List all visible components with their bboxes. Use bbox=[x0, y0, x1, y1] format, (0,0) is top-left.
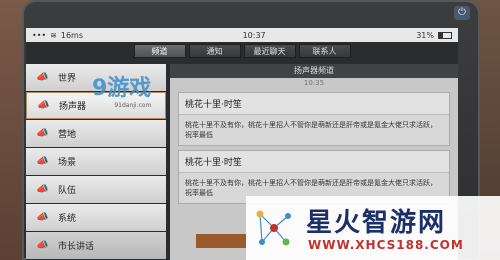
tab-recent-chats[interactable]: 最近聊天 bbox=[243, 44, 296, 58]
sidebar-item-label: 队伍 bbox=[58, 186, 77, 196]
status-bar: ••• ≋ 16ms 10:37 31% bbox=[26, 28, 458, 42]
message-card[interactable]: 桃花十里·时笙 桃花十里不及有你，桃花十里招人不管你是萌新还是肝帝或是氪金大佬只… bbox=[178, 92, 450, 146]
megaphone-icon: 📣 bbox=[36, 239, 49, 251]
signal-icon: ••• bbox=[32, 30, 47, 40]
sidebar-item-label: 扬声器 bbox=[59, 102, 87, 112]
battery-percent: 31% bbox=[416, 30, 434, 40]
sidebar-item-label: 世界 bbox=[58, 74, 77, 84]
sidebar-item-label: 场景 bbox=[58, 158, 77, 168]
megaphone-icon: 📣 bbox=[36, 127, 49, 139]
tab-contacts[interactable]: 联系人 bbox=[298, 44, 351, 58]
clock: 10:37 bbox=[242, 30, 266, 40]
message-sender: 桃花十里·时笙 bbox=[179, 93, 449, 115]
sidebar-item-camp[interactable]: 📣 营地 bbox=[26, 120, 166, 147]
panel-timestamp: 10:35 bbox=[303, 79, 325, 87]
sidebar-item-label: 系统 bbox=[58, 214, 77, 224]
send-button[interactable] bbox=[196, 234, 246, 248]
message-text: 桃花十里不及有你，桃花十里招人不管你是萌新还是肝帝或是氪金大佬只求活跃，祝率最低 bbox=[185, 121, 437, 139]
sidebar-item-label: 市长讲话 bbox=[58, 242, 95, 252]
sidebar-item-team[interactable]: 📣 队伍 bbox=[26, 176, 166, 203]
carrier-text: 16ms bbox=[60, 30, 83, 40]
megaphone-icon: 📣 bbox=[36, 71, 49, 83]
power-icon[interactable]: ⏻ bbox=[454, 6, 470, 20]
network-logo-icon bbox=[256, 210, 291, 246]
megaphone-icon: 📣 bbox=[36, 211, 49, 223]
tab-bar: 频道 通知 最近聊天 联系人 bbox=[26, 42, 458, 60]
watermark-url: WWW.XHCS188.COM bbox=[308, 238, 464, 252]
wifi-icon: ≋ bbox=[50, 30, 57, 40]
sidebar-item-scene[interactable]: 📣 场景 bbox=[26, 148, 166, 175]
tab-notifications[interactable]: 通知 bbox=[188, 44, 241, 58]
battery-icon bbox=[438, 31, 452, 39]
megaphone-icon: 📣 bbox=[37, 99, 50, 111]
watermark-name: 星火智游网 bbox=[306, 208, 447, 238]
site-watermark-bottom: 星火智游网 WWW.XHCS188.COM bbox=[246, 196, 500, 260]
tab-channel[interactable]: 频道 bbox=[133, 44, 186, 58]
panel-title: 扬声器频道 bbox=[170, 64, 458, 78]
message-sender: 桃花十里·时笙 bbox=[179, 151, 449, 173]
watermark-top-logo: 9游戏 bbox=[92, 76, 152, 101]
sidebar-item-system[interactable]: 📣 系统 bbox=[26, 204, 166, 231]
site-watermark-top: 9游戏 91danji.com bbox=[92, 70, 151, 109]
sidebar-item-mayor-speech[interactable]: 📣 市长讲话 bbox=[26, 232, 166, 259]
megaphone-icon: 📣 bbox=[36, 155, 49, 167]
megaphone-icon: 📣 bbox=[36, 183, 49, 195]
sidebar-item-label: 营地 bbox=[58, 130, 77, 140]
watermark-top-url: 91danji.com bbox=[114, 102, 152, 109]
